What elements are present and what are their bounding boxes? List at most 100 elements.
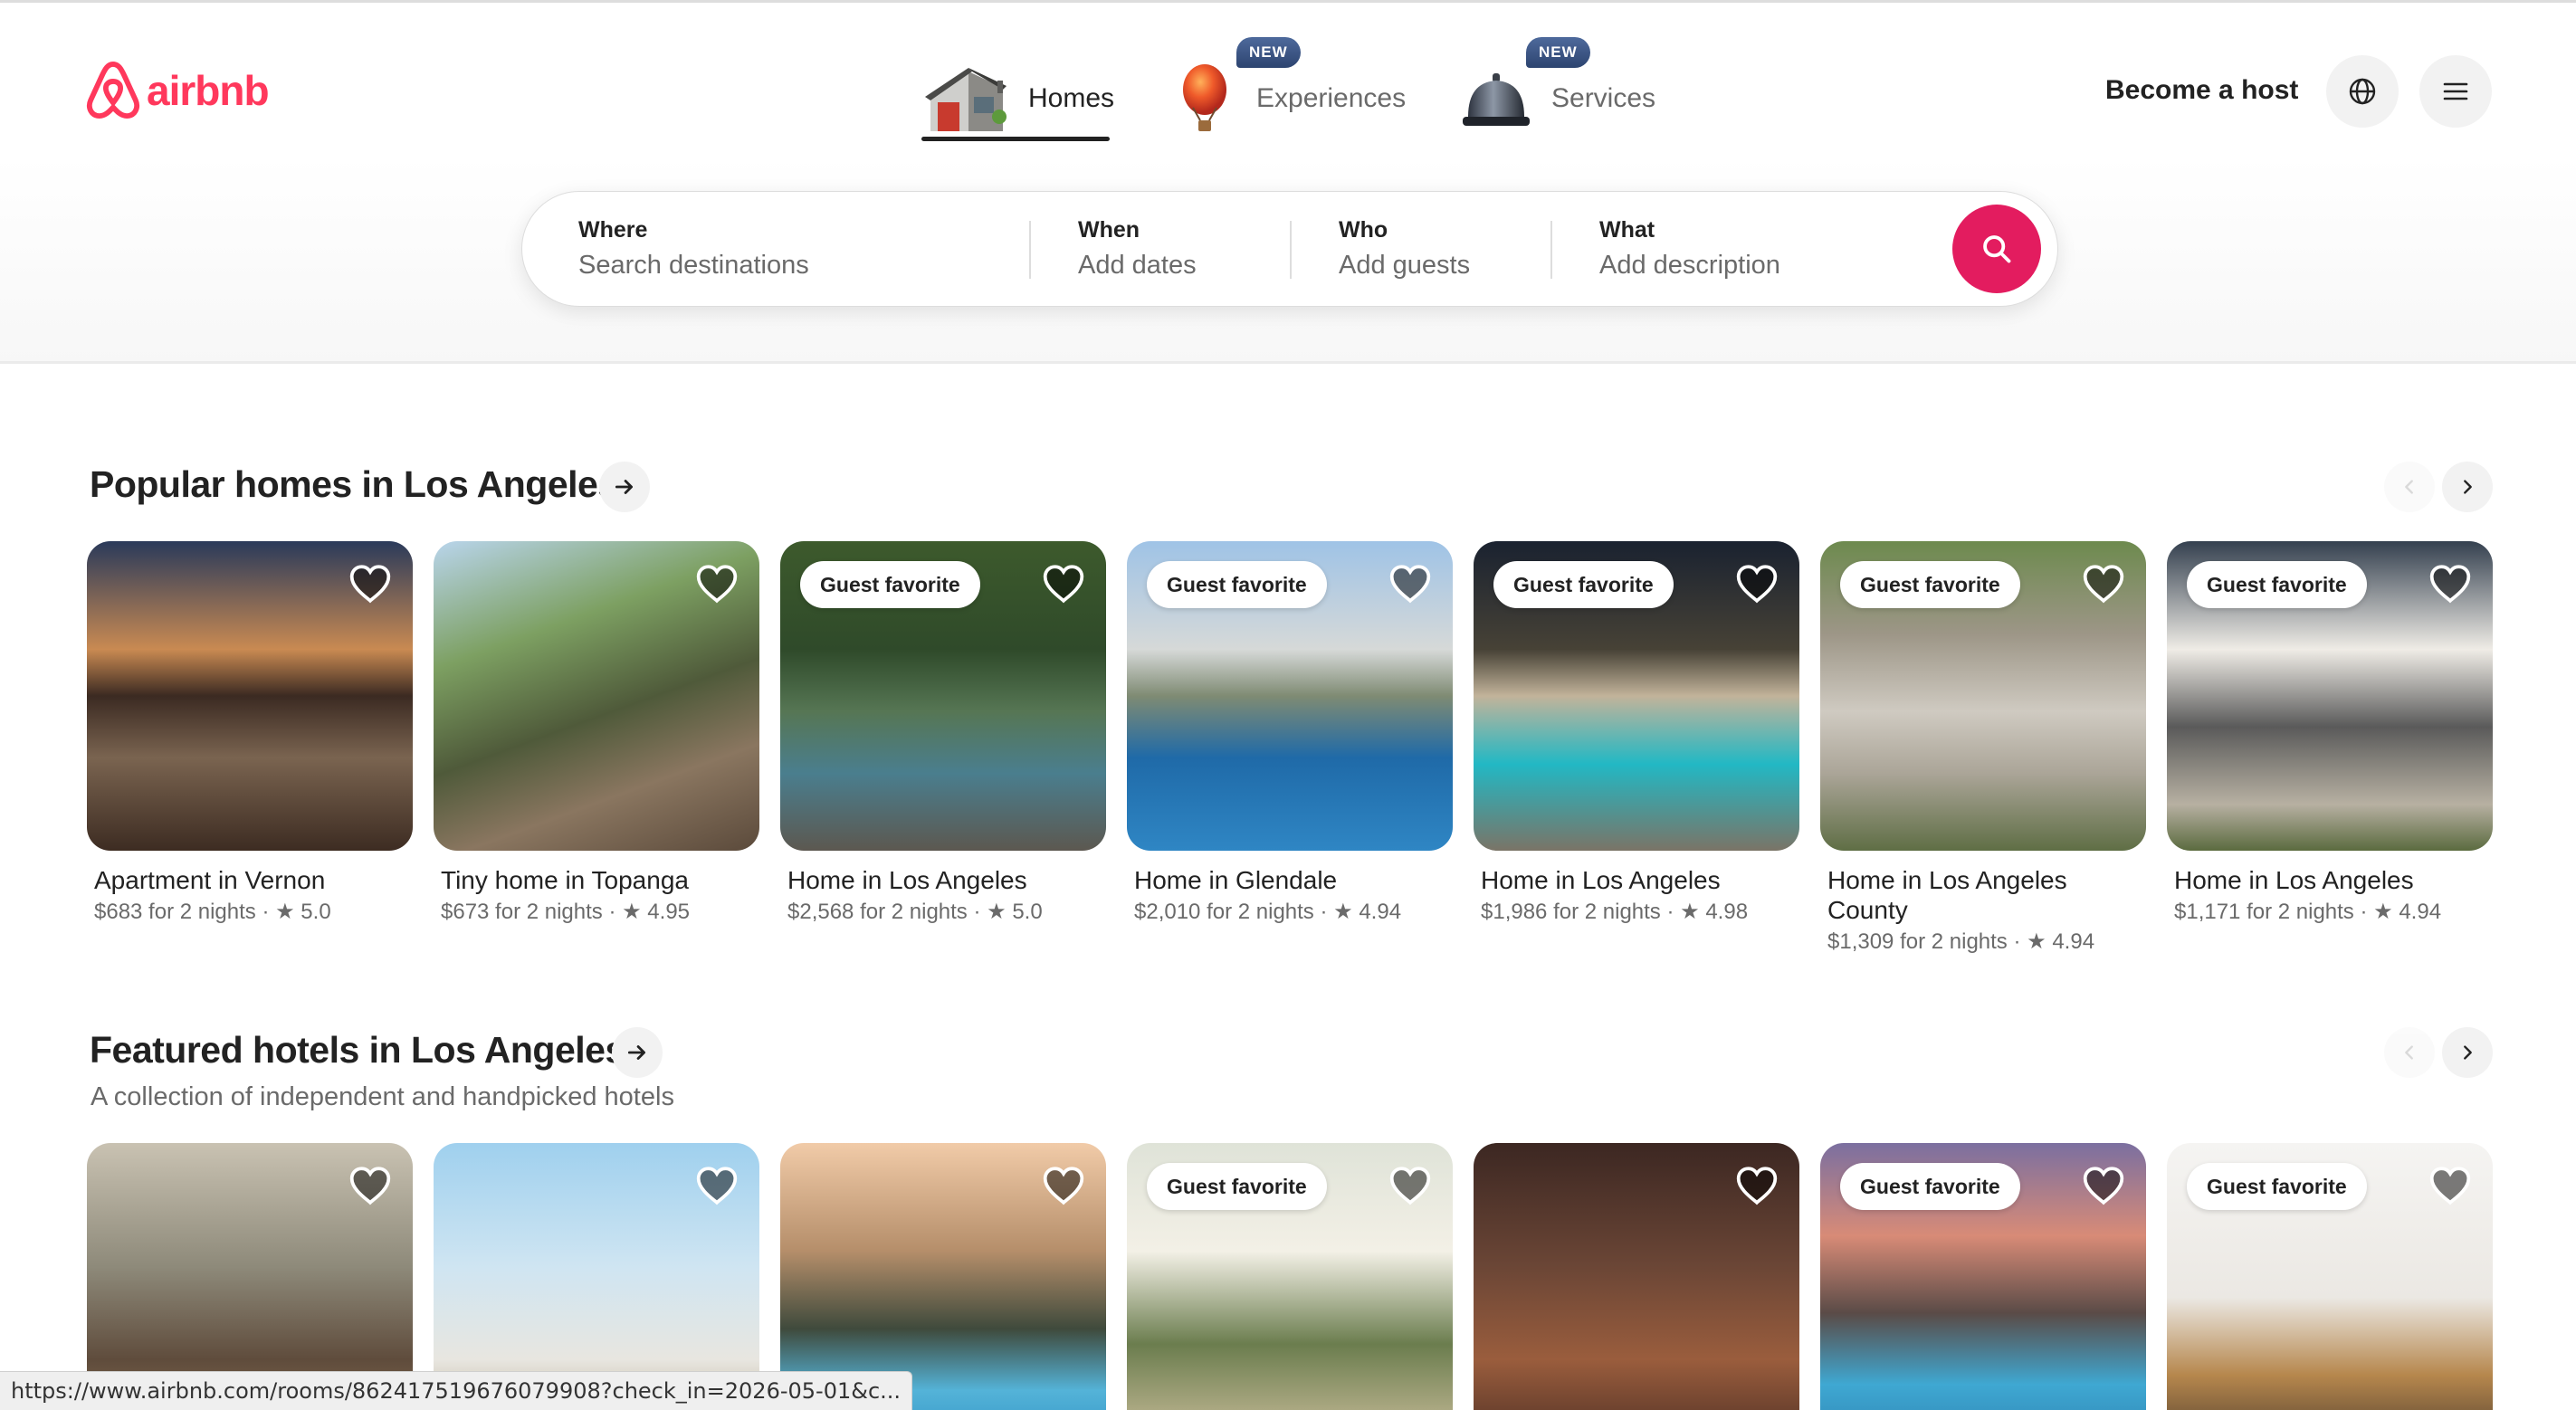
listing-title: Home in Los Angeles [1481, 866, 1721, 894]
guest-favorite-badge: Guest favorite [2187, 561, 2367, 608]
heart-icon[interactable] [2428, 1163, 2473, 1208]
listing-photo[interactable]: Guest favorite [2167, 541, 2493, 851]
listing-photo[interactable] [434, 541, 759, 851]
search-divider [1290, 221, 1292, 279]
heart-icon[interactable] [1388, 1163, 1433, 1208]
listing-title: Home in Glendale [1134, 866, 1338, 894]
airbnb-logo[interactable]: airbnb [85, 61, 270, 120]
heart-icon[interactable] [348, 1163, 393, 1208]
heart-icon[interactable] [1041, 1163, 1086, 1208]
search-divider [1029, 221, 1031, 279]
language-button[interactable] [2326, 55, 2399, 128]
popular-homes-prev-button[interactable] [2384, 462, 2435, 512]
listing-price: $683 for 2 nights · ★ 5.0 [94, 900, 331, 924]
listing-card[interactable]: Guest favorite Home in Los Angeles Count… [1820, 541, 2146, 956]
listing-price: $1,986 for 2 nights · ★ 4.98 [1481, 900, 1749, 924]
heart-icon[interactable] [1388, 561, 1433, 606]
services-new-badge: NEW [1526, 37, 1590, 68]
popular-homes-next-button[interactable] [2442, 462, 2493, 512]
section-title-featured-hotels[interactable]: Featured hotels in Los Angeles [90, 1029, 625, 1072]
listing-price: $673 for 2 nights · ★ 4.95 [441, 900, 691, 924]
listing-title: Home in Los Angeles County [1827, 866, 2067, 924]
featured-hotels-prev-button[interactable] [2384, 1027, 2435, 1078]
airbnb-belo-icon [86, 62, 140, 119]
what-input[interactable]: Add description [1599, 251, 1780, 281]
active-tab-indicator [921, 137, 1110, 141]
heart-icon[interactable] [694, 1163, 739, 1208]
heart-icon[interactable] [2428, 561, 2473, 606]
who-field[interactable]: Who Add guests [1339, 217, 1470, 281]
guest-favorite-badge: Guest favorite [1147, 1163, 1327, 1210]
experiences-new-badge: NEW [1236, 37, 1301, 68]
listing-card[interactable]: Guest favorite Home in Glendale $2,010 f… [1127, 541, 1453, 926]
when-field[interactable]: When Add dates [1078, 217, 1197, 281]
search-divider [1550, 221, 1552, 279]
logo-wordmark: airbnb [147, 67, 270, 114]
who-input[interactable]: Add guests [1339, 251, 1470, 281]
listing-title: Tiny home in Topanga [441, 866, 689, 894]
listing-photo[interactable]: Guest favorite [1127, 541, 1453, 851]
guest-favorite-badge: Guest favorite [1840, 1163, 2020, 1210]
hotel-photo[interactable] [434, 1143, 759, 1410]
status-bar-url: https://www.airbnb.com/rooms/86241751967… [0, 1371, 913, 1410]
heart-icon[interactable] [2081, 1163, 2126, 1208]
hot-air-balloon-icon [1173, 61, 1236, 137]
hotel-photo[interactable] [87, 1143, 413, 1410]
heart-icon[interactable] [1734, 1163, 1779, 1208]
listing-card[interactable]: Guest favorite Home in Los Angeles $1,17… [2167, 541, 2493, 926]
hotel-photo[interactable] [1474, 1143, 1799, 1410]
heart-icon[interactable] [694, 561, 739, 606]
listing-title: Home in Los Angeles [2174, 866, 2414, 894]
section-title-popular-homes[interactable]: Popular homes in Los Angeles [90, 463, 618, 506]
when-label: When [1078, 217, 1140, 243]
listing-card[interactable]: Apartment in Vernon $683 for 2 nights · … [87, 541, 413, 926]
listing-card[interactable]: Guest favorite Home in Los Angeles $2,56… [780, 541, 1106, 926]
hotel-photo[interactable]: Guest favorite [2167, 1143, 2493, 1410]
when-input[interactable]: Add dates [1078, 251, 1197, 281]
where-field[interactable]: Where Search destinations [578, 217, 809, 281]
listing-price: $1,309 for 2 nights · ★ 4.94 [1827, 929, 2095, 954]
hotel-card[interactable]: Guest favorite [2167, 1143, 2493, 1410]
heart-icon[interactable] [1041, 561, 1086, 606]
listing-title: Apartment in Vernon [94, 866, 326, 894]
listing-price: $2,010 for 2 nights · ★ 4.94 [1134, 900, 1402, 924]
hotel-photo[interactable]: Guest favorite [1820, 1143, 2146, 1410]
what-label: What [1599, 217, 1655, 243]
hotel-photo[interactable]: Guest favorite [1127, 1143, 1453, 1410]
hotel-photo[interactable] [780, 1143, 1106, 1410]
hotel-card[interactable] [87, 1143, 413, 1410]
listing-photo[interactable]: Guest favorite [1820, 541, 2146, 851]
listing-rating: ★ 5.0 [275, 900, 331, 924]
arrow-right-icon [615, 480, 633, 494]
search-button[interactable] [1952, 205, 2041, 293]
chevron-left-icon [2405, 480, 2413, 494]
hotel-card[interactable] [1474, 1143, 1799, 1410]
what-field[interactable]: What Add description [1599, 217, 1780, 281]
guest-favorite-badge: Guest favorite [1493, 561, 1674, 608]
hotel-card[interactable] [780, 1143, 1106, 1410]
chevron-right-icon [2464, 480, 2472, 494]
listing-photo[interactable] [87, 541, 413, 851]
listing-card[interactable]: Guest favorite Home in Los Angeles $1,98… [1474, 541, 1799, 926]
tab-homes-label: Homes [1028, 83, 1115, 113]
section-subtitle: A collection of independent and handpick… [91, 1082, 674, 1111]
listing-rating: ★ 4.94 [1333, 900, 1402, 924]
become-a-host-link[interactable]: Become a host [2105, 75, 2298, 106]
popular-homes-see-all-button[interactable] [599, 462, 650, 512]
main-menu-button[interactable] [2419, 55, 2492, 128]
hamburger-menu-icon [2443, 82, 2468, 100]
hotel-card[interactable]: Guest favorite [1127, 1143, 1453, 1410]
heart-icon[interactable] [2081, 561, 2126, 606]
listing-photo[interactable]: Guest favorite [1474, 541, 1799, 851]
hotel-card[interactable] [434, 1143, 759, 1410]
featured-hotels-see-all-button[interactable] [612, 1027, 663, 1078]
where-input[interactable]: Search destinations [578, 251, 809, 281]
listing-card[interactable]: Tiny home in Topanga $673 for 2 nights ·… [434, 541, 759, 926]
globe-icon [2349, 78, 2376, 105]
featured-hotels-next-button[interactable] [2442, 1027, 2493, 1078]
hotel-card[interactable]: Guest favorite [1820, 1143, 2146, 1410]
heart-icon[interactable] [1734, 561, 1779, 606]
heart-icon[interactable] [348, 561, 393, 606]
tab-homes[interactable]: Homes [921, 53, 1114, 144]
listing-photo[interactable]: Guest favorite [780, 541, 1106, 851]
